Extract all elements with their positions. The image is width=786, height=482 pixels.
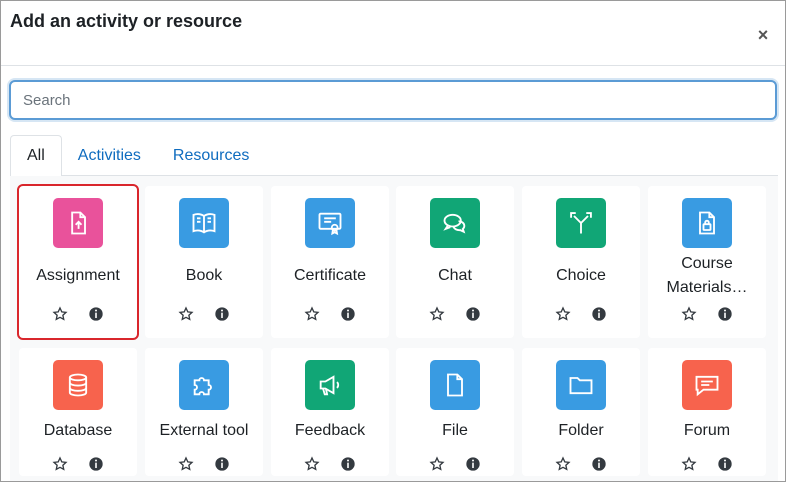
star-icon[interactable] bbox=[303, 305, 321, 323]
file-icon bbox=[430, 360, 480, 410]
module-card-book[interactable]: Book bbox=[145, 186, 263, 338]
locked-document-icon bbox=[682, 198, 732, 248]
card-label: Feedback bbox=[294, 422, 366, 439]
search-container bbox=[9, 80, 777, 120]
card-actions bbox=[303, 452, 357, 476]
puzzle-icon bbox=[179, 360, 229, 410]
card-actions bbox=[428, 452, 482, 476]
card-label: Chat bbox=[438, 267, 472, 284]
card-actions bbox=[51, 302, 105, 326]
module-card-file[interactable]: File bbox=[396, 348, 514, 476]
star-icon[interactable] bbox=[177, 455, 195, 473]
card-label-wrap: Course Materials… bbox=[651, 250, 763, 302]
database-icon bbox=[53, 360, 103, 410]
card-actions bbox=[177, 452, 231, 476]
card-label-wrap: Certificate bbox=[274, 250, 386, 302]
card-label-wrap: External tool bbox=[148, 410, 260, 452]
tab-bar: All Activities Resources bbox=[10, 135, 778, 177]
card-label-wrap: Forum bbox=[651, 410, 763, 452]
star-icon[interactable] bbox=[680, 305, 698, 323]
card-label: External tool bbox=[159, 422, 249, 439]
modal-header: Add an activity or resource × bbox=[1, 1, 785, 66]
module-card-forum[interactable]: Forum bbox=[648, 348, 766, 476]
card-actions bbox=[554, 452, 608, 476]
card-label-wrap: Folder bbox=[525, 410, 637, 452]
tab-activities[interactable]: Activities bbox=[62, 135, 157, 176]
module-card-folder[interactable]: Folder bbox=[522, 348, 640, 476]
card-label: Folder bbox=[558, 422, 604, 439]
info-icon[interactable] bbox=[339, 305, 357, 323]
certificate-icon bbox=[305, 198, 355, 248]
card-label-wrap: Assignment bbox=[22, 250, 134, 302]
card-actions bbox=[428, 302, 482, 326]
star-icon[interactable] bbox=[51, 455, 69, 473]
activity-chooser-modal: Add an activity or resource × All Activi… bbox=[0, 0, 786, 482]
folder-icon bbox=[556, 360, 606, 410]
module-card-choice[interactable]: Choice bbox=[522, 186, 640, 338]
module-card-course-materials[interactable]: Course Materials… bbox=[648, 186, 766, 338]
card-label: File bbox=[442, 422, 468, 439]
card-label: Forum bbox=[683, 422, 731, 439]
info-icon[interactable] bbox=[213, 305, 231, 323]
card-label: Book bbox=[185, 267, 223, 284]
module-card-certificate[interactable]: Certificate bbox=[271, 186, 389, 338]
card-label-wrap: Choice bbox=[525, 250, 637, 302]
card-actions bbox=[303, 302, 357, 326]
card-label-wrap: Chat bbox=[399, 250, 511, 302]
assignment-upload-icon bbox=[53, 198, 103, 248]
module-card-feedback[interactable]: Feedback bbox=[271, 348, 389, 476]
card-actions bbox=[177, 302, 231, 326]
module-grid: Assignment Book Certificate Chat Choice Cours… bbox=[10, 176, 778, 481]
card-label-wrap: File bbox=[399, 410, 511, 452]
info-icon[interactable] bbox=[87, 305, 105, 323]
card-actions bbox=[554, 302, 608, 326]
book-icon bbox=[179, 198, 229, 248]
card-label: Choice bbox=[556, 267, 606, 284]
star-icon[interactable] bbox=[177, 305, 195, 323]
star-icon[interactable] bbox=[680, 455, 698, 473]
module-card-chat[interactable]: Chat bbox=[396, 186, 514, 338]
card-actions bbox=[680, 452, 734, 476]
module-card-assignment[interactable]: Assignment bbox=[17, 184, 139, 340]
info-icon[interactable] bbox=[590, 305, 608, 323]
star-icon[interactable] bbox=[554, 455, 572, 473]
card-actions bbox=[51, 452, 105, 476]
module-card-database[interactable]: Database bbox=[19, 348, 137, 476]
card-label-wrap: Book bbox=[148, 250, 260, 302]
info-icon[interactable] bbox=[590, 455, 608, 473]
info-icon[interactable] bbox=[716, 305, 734, 323]
info-icon[interactable] bbox=[213, 455, 231, 473]
info-icon[interactable] bbox=[339, 455, 357, 473]
info-icon[interactable] bbox=[464, 455, 482, 473]
star-icon[interactable] bbox=[428, 305, 446, 323]
module-card-external-tool[interactable]: External tool bbox=[145, 348, 263, 476]
tab-all[interactable]: All bbox=[10, 135, 62, 177]
tab-resources[interactable]: Resources bbox=[157, 135, 265, 176]
info-icon[interactable] bbox=[716, 455, 734, 473]
star-icon[interactable] bbox=[51, 305, 69, 323]
card-label-wrap: Feedback bbox=[274, 410, 386, 452]
star-icon[interactable] bbox=[303, 455, 321, 473]
card-label: Database bbox=[43, 422, 113, 439]
forum-icon bbox=[682, 360, 732, 410]
close-button[interactable]: × bbox=[753, 25, 773, 45]
star-icon[interactable] bbox=[428, 455, 446, 473]
info-icon[interactable] bbox=[464, 305, 482, 323]
card-actions bbox=[680, 302, 734, 326]
choice-icon bbox=[556, 198, 606, 248]
modal-title: Add an activity or resource bbox=[10, 11, 243, 31]
card-label: Course Materials… bbox=[666, 255, 748, 296]
star-icon[interactable] bbox=[554, 305, 572, 323]
card-label: Certificate bbox=[293, 267, 367, 284]
card-label-wrap: Database bbox=[22, 410, 134, 452]
search-input[interactable] bbox=[9, 80, 777, 120]
info-icon[interactable] bbox=[87, 455, 105, 473]
megaphone-icon bbox=[305, 360, 355, 410]
card-label: Assignment bbox=[36, 267, 120, 284]
chat-icon bbox=[430, 198, 480, 248]
